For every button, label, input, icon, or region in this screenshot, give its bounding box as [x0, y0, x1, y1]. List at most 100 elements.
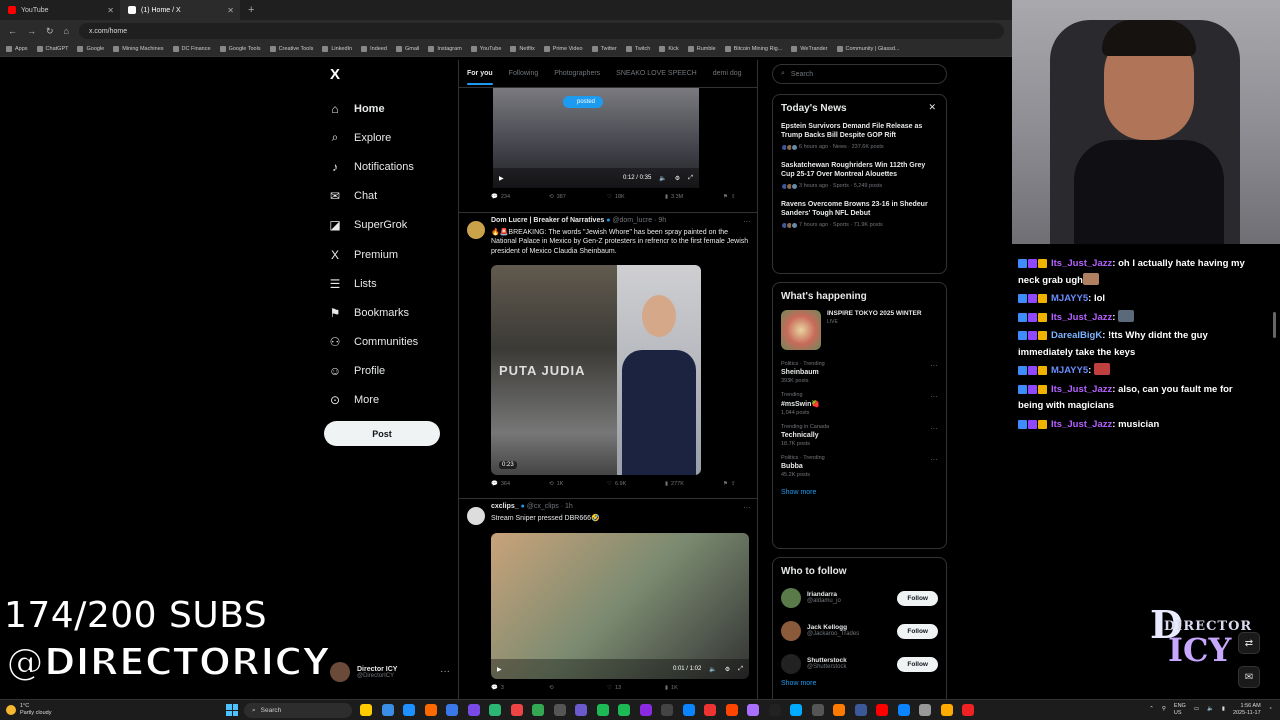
tab-sneako-love-speech[interactable]: SNEAKO LOVE SPEECH — [616, 70, 697, 77]
taskbar-search[interactable]: ⌕ Search — [244, 703, 352, 718]
more-dots-icon[interactable]: ··· — [930, 424, 938, 433]
taskbar-app-icon[interactable] — [467, 704, 480, 716]
taskbar-app-icon[interactable] — [747, 704, 759, 716]
fullscreen-icon[interactable]: ⤢ — [688, 175, 693, 182]
tab-photographers[interactable]: Photographers — [554, 70, 600, 77]
bookmark-icon[interactable]: ⚑ — [723, 481, 728, 487]
avatar[interactable] — [467, 221, 485, 239]
windows-start-icon[interactable] — [226, 704, 238, 716]
more-dots-icon[interactable]: ··· — [440, 666, 450, 677]
avatar[interactable] — [467, 507, 485, 525]
reply-button[interactable]: 💬 364 — [491, 481, 549, 487]
bookmark-item[interactable]: Prime Video — [543, 46, 583, 52]
video-player[interactable]: posted ▶ 0:12 / 0:35 🔈 ⚙ ⤢ — [493, 88, 699, 188]
chat-username[interactable]: Its_Just_Jazz — [1051, 384, 1112, 395]
taskbar-app-icon[interactable] — [940, 704, 953, 716]
nav-item-communities[interactable]: ⚇ Communities — [328, 328, 458, 357]
taskbar-app-icon[interactable] — [661, 704, 673, 716]
more-dots-icon[interactable]: ··· — [930, 361, 938, 370]
posted-pill[interactable]: posted — [563, 96, 604, 108]
nav-item-bookmarks[interactable]: ⚑ Bookmarks — [328, 298, 458, 327]
bookmark-item[interactable]: Instagram — [428, 46, 462, 52]
trend-item[interactable]: Trending #msSwin🍓 1,044 posts ··· — [773, 389, 946, 421]
play-icon[interactable]: ▶ — [497, 666, 502, 673]
bookmark-item[interactable]: DC Finance — [172, 46, 211, 52]
home-button-icon[interactable]: ⌂ — [64, 26, 69, 36]
weather-widget[interactable]: 1°C Partly cloudy — [6, 703, 52, 716]
bookmark-item[interactable]: Indeed — [361, 46, 387, 52]
taskbar-app-icon[interactable] — [897, 704, 910, 716]
nav-item-chat[interactable]: ✉ Chat — [328, 182, 458, 211]
event-item[interactable]: INSPIRE TOKYO 2025 WINTER LIVE — [773, 306, 946, 358]
post-author[interactable]: Dom Lucre | Breaker of Narratives ● @dom… — [491, 217, 666, 224]
nav-item-profile[interactable]: ☺ Profile — [328, 357, 458, 386]
follow-button[interactable]: Follow — [897, 657, 938, 672]
post-cxclips[interactable]: cxclips_ ● @cx_clips · 1h ··· Stream Sni… — [459, 498, 757, 698]
avatar[interactable] — [781, 653, 801, 674]
nav-item-more[interactable]: ⊙ More — [328, 386, 458, 415]
reload-icon[interactable]: ↻ — [46, 26, 54, 37]
close-icon[interactable]: ✕ — [928, 102, 936, 113]
follow-suggestion[interactable]: Shutterstock @Shutterstock Follow — [773, 647, 946, 680]
taskbar-app-icon[interactable] — [553, 704, 566, 716]
taskbar-app-icon[interactable] — [919, 704, 931, 716]
follow-suggestion[interactable]: Jack Kellogg @Jackaroo_Trades Follow — [773, 614, 946, 647]
notification-icon[interactable]: ◔ — [1269, 706, 1272, 713]
bookmark-item[interactable]: YouTube — [470, 46, 501, 52]
taskbar-app-icon[interactable] — [575, 704, 587, 716]
taskbar-app-icon[interactable] — [854, 704, 867, 716]
post-button[interactable]: Post — [324, 421, 440, 446]
share-icon[interactable]: ⇪ — [731, 194, 736, 200]
taskbar-app-icon[interactable] — [639, 704, 652, 716]
news-item[interactable]: Ravens Overcome Browns 23-16 in Shedeur … — [773, 196, 946, 235]
nav-item-home[interactable]: ⌂ Home — [328, 94, 458, 123]
reply-button[interactable]: 💬 234 — [491, 194, 549, 200]
tab-x-home[interactable]: (1) Home / X ✕ — [120, 0, 240, 20]
chat-scrollbar[interactable] — [1272, 250, 1277, 700]
bookmark-item[interactable]: Twitter — [591, 46, 617, 52]
settings-icon[interactable]: ⚙ — [675, 175, 680, 182]
show-more-link[interactable]: Show more — [773, 483, 946, 504]
taskbar-app-icon[interactable] — [360, 704, 372, 716]
chat-username[interactable]: Its_Just_Jazz — [1051, 419, 1112, 430]
bookmark-item[interactable]: Mining Machines — [113, 46, 164, 52]
avatar[interactable] — [781, 620, 801, 641]
taskbar-app-icon[interactable] — [381, 704, 394, 716]
more-dots-icon[interactable]: ··· — [743, 503, 751, 512]
taskbar-app-icon[interactable] — [489, 704, 501, 716]
taskbar-app-icon[interactable] — [704, 704, 716, 716]
bookmark-item[interactable]: WeTrander — [791, 46, 828, 52]
chat-username[interactable]: MJAYY5 — [1051, 293, 1088, 304]
bookmark-item[interactable]: ChatGPT — [36, 46, 68, 52]
search-input[interactable]: ⌕ Search — [772, 64, 947, 84]
nav-item-notifications[interactable]: ♪ Notifications — [328, 152, 458, 181]
trend-item[interactable]: Trending in Canada Technically 18.7K posts… — [773, 421, 946, 452]
popout-icon[interactable]: ⇄ — [1238, 632, 1260, 654]
like-button[interactable]: ♡ 6.9K — [607, 481, 665, 487]
network-icon[interactable]: ⚲ — [1162, 706, 1166, 713]
bookmark-item[interactable]: Rumble — [687, 46, 716, 52]
url-input[interactable]: x.com/home — [78, 23, 1004, 39]
speaker-icon[interactable]: 🔈 — [1207, 706, 1214, 713]
taskbar-app-icon[interactable] — [403, 704, 415, 716]
post-media[interactable]: ▶ 0:01 / 1:02 🔈 ⚙ ⤢ — [491, 533, 749, 679]
taskbar-app-icon[interactable] — [618, 704, 630, 716]
chat-username[interactable]: DarealBigK — [1051, 330, 1102, 341]
bookmark-item[interactable]: Creative Tools — [269, 46, 313, 52]
taskbar-app-icon[interactable] — [962, 704, 974, 716]
bookmark-item[interactable]: Community | Glassd... — [836, 46, 900, 52]
chat-username[interactable]: MJAYY5 — [1051, 365, 1088, 376]
close-icon[interactable]: ✕ — [107, 6, 114, 15]
news-item[interactable]: Saskatchewan Roughriders Win 112th Grey … — [773, 157, 946, 196]
follow-button[interactable]: Follow — [897, 624, 938, 639]
like-button[interactable]: ♡ 18K — [607, 194, 665, 200]
clock[interactable]: 1:56 AM 2025-11-17 — [1233, 703, 1261, 716]
taskbar-app-icon[interactable] — [725, 704, 738, 716]
follow-suggestion[interactable]: Iriandarra @aldamu_jo Follow — [773, 581, 946, 614]
post-dom-lucre[interactable]: Dom Lucre | Breaker of Narratives ● @dom… — [459, 212, 757, 498]
more-dots-icon[interactable]: ··· — [930, 392, 938, 401]
repost-button[interactable]: ⟲ 387 — [549, 194, 607, 200]
play-icon[interactable]: ▶ — [499, 175, 504, 182]
taskbar-app-icon[interactable] — [446, 704, 458, 716]
mail-icon[interactable]: ✉ — [1238, 666, 1260, 688]
